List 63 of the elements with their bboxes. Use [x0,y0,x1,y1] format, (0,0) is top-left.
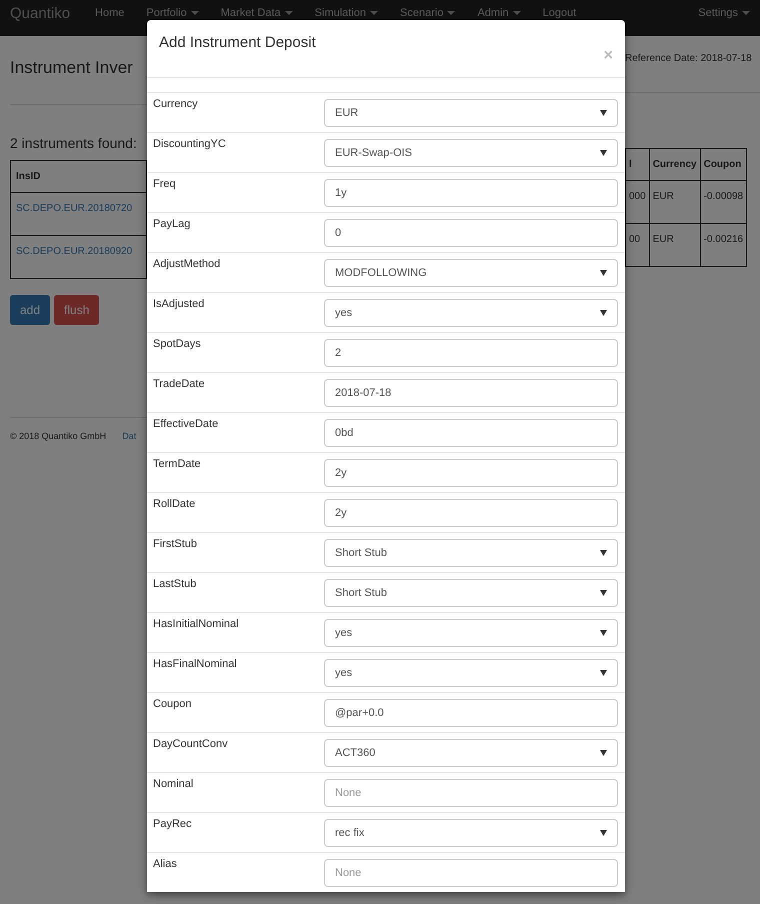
page-title: Instrument Inver [10,58,134,78]
field-label: AdjustMethod [153,257,222,272]
caret-icon [600,150,607,156]
field-label: TradeDate [153,377,206,392]
select-field[interactable]: yes [324,619,618,647]
select-field[interactable]: yes [324,659,618,687]
table-cell: EUR [649,224,700,266]
copyright-text: © 2018 Quantiko GmbH [10,430,106,444]
field-label: Alias [153,857,178,872]
field-label: EffectiveDate [153,417,220,432]
select-field[interactable]: EUR-Swap-OIS [324,139,618,167]
input-field[interactable]: 0bd [324,419,618,447]
field-label: TermDate [153,457,202,472]
select-field[interactable]: Short Stub [324,539,618,567]
table-cell: -0.00098 [700,180,747,224]
field-label: HasFinalNominal [153,657,238,672]
select-field[interactable]: MODFOLLOWING [324,259,618,287]
select-field[interactable]: ACT360 [324,739,618,767]
input-field[interactable]: 0 [324,219,618,247]
select-field[interactable]: EUR [324,99,618,127]
select-field[interactable]: yes [324,299,618,327]
field-label: DayCountConv [153,737,229,752]
field-label: LastStub [153,577,198,592]
caret-icon [600,750,607,756]
select-field[interactable]: Short Stub [324,579,618,607]
caret-icon [600,670,607,676]
input-field[interactable]: 2018-07-18 [324,379,618,407]
field-label: RollDate [153,497,196,512]
column-header: l [626,148,650,180]
caret-icon [600,830,607,836]
column-header: Currency [649,148,700,180]
input-field[interactable]: 2 [324,339,618,367]
table-cell: -0.00216 [700,224,747,266]
field-label: PayRec [153,817,193,832]
input-field[interactable]: @par+0.0 [324,699,618,727]
field-label: Coupon [153,697,193,712]
caret-icon [600,630,607,636]
field-label: IsAdjusted [153,297,206,312]
field-label: HasInitialNominal [153,617,240,632]
caret-icon [600,590,607,596]
input-field[interactable]: None [324,779,618,807]
field-label: DiscountingYC [153,137,227,152]
caret-icon [600,110,607,116]
field-label: FirstStub [153,537,198,552]
field-label: SpotDays [153,337,202,352]
column-header: InsID [10,160,146,193]
field-label: Freq [153,177,177,192]
table-cell: EUR [649,180,700,224]
caret-icon [600,550,607,556]
input-field[interactable]: 1y [324,179,618,207]
select-field[interactable]: rec fix [324,819,618,847]
field-label: Currency [153,97,199,112]
result-count: 2 instruments found: [10,134,138,154]
field-label: Nominal [153,777,194,792]
modal-title: Add Instrument Deposit [159,34,317,52]
input-field[interactable]: 2y [324,499,618,527]
caret-icon [600,310,607,316]
input-field[interactable]: None [324,859,618,887]
field-label: PayLag [153,217,192,232]
caret-icon [600,270,607,276]
column-header: Coupon [700,148,747,180]
reference-date: Reference Date: 2018-07-18 [625,52,753,66]
input-field[interactable]: 2y [324,459,618,487]
